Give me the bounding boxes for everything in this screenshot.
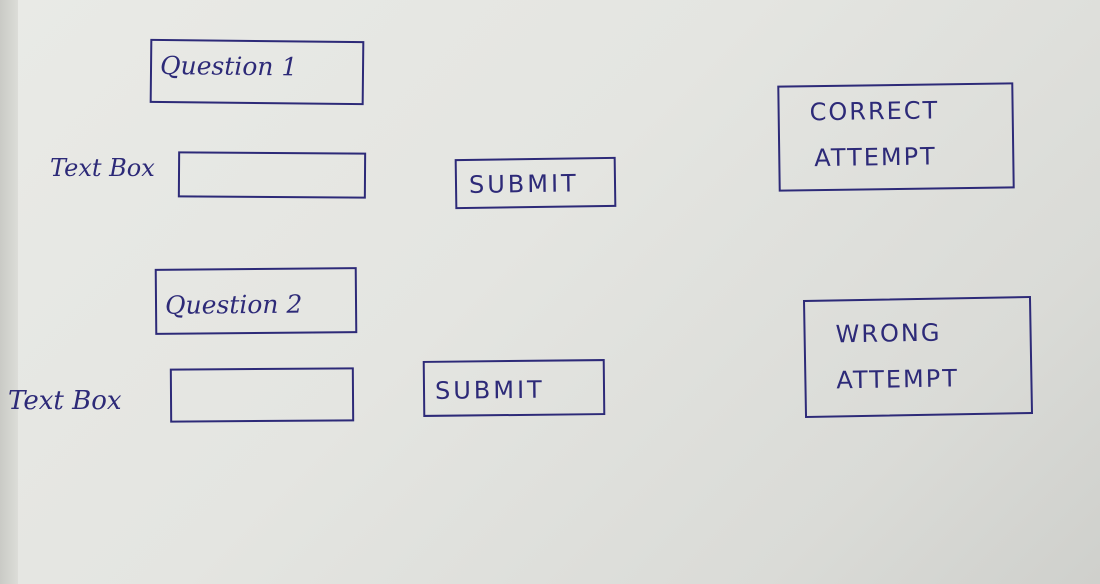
- question-2-input-label: Text Box: [8, 386, 122, 416]
- question-1-submit-label: SUBMIT: [468, 169, 579, 199]
- question-2-title-box: Question 2: [154, 267, 358, 335]
- question-2-text-input[interactable]: [169, 367, 355, 423]
- wrong-attempt-line-1: WRONG: [835, 318, 942, 349]
- question-1-title: Question 1: [159, 50, 298, 82]
- wrong-attempt-box: WRONG ATTEMPT: [802, 296, 1034, 418]
- question-1-title-box: Question 1: [149, 38, 365, 106]
- question-1-text-input[interactable]: [177, 151, 367, 199]
- paper-edge: [0, 0, 18, 584]
- correct-attempt-line-1: CORRECT: [809, 96, 940, 127]
- question-1-submit-button[interactable]: SUBMIT: [454, 156, 617, 210]
- correct-attempt-box: CORRECT ATTEMPT: [777, 82, 1015, 192]
- correct-attempt-line-2: ATTEMPT: [814, 142, 937, 173]
- wrong-attempt-line-2: ATTEMPT: [836, 364, 960, 395]
- question-2-submit-label: SUBMIT: [434, 375, 545, 405]
- question-1-input-label: Text Box: [50, 154, 155, 182]
- question-2-submit-button[interactable]: SUBMIT: [422, 359, 606, 417]
- question-2-title: Question 2: [164, 289, 303, 320]
